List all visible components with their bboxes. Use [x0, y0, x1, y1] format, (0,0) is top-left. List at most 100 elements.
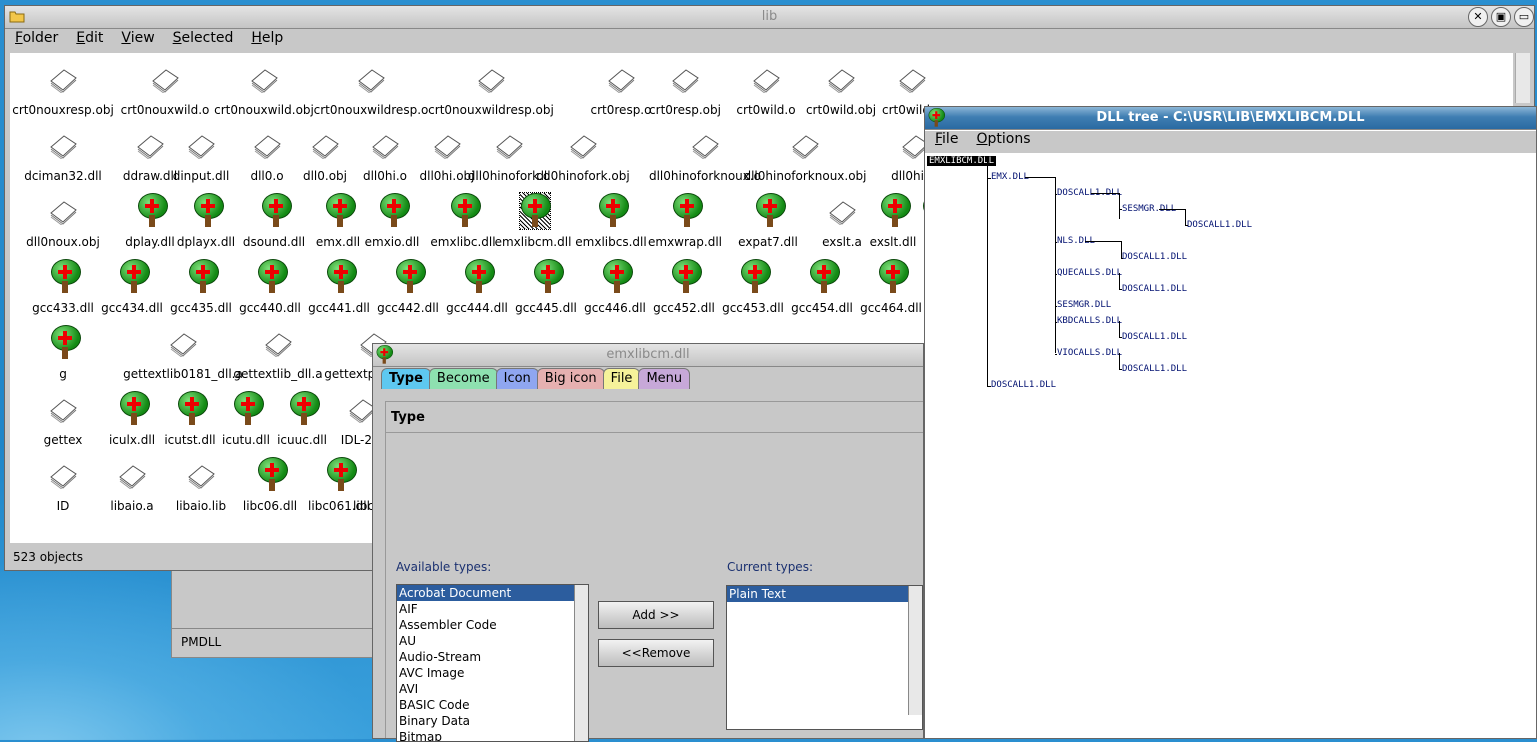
file-icon-item[interactable]: gcc464.dll [846, 257, 936, 323]
dll-tree-root[interactable]: EMXLIBCM.DLL [927, 156, 997, 166]
document-icon [496, 135, 523, 159]
remove-button[interactable]: <<Remove [598, 639, 714, 667]
status-bar: 523 objects [13, 550, 83, 564]
file-icon-item[interactable]: crt0nouxwild.o [120, 59, 210, 125]
tree-connector [1085, 241, 1121, 242]
dll-tree-node[interactable]: VIOCALLS.DLL [1057, 348, 1122, 358]
tree-connector [1119, 337, 1122, 338]
file-icon-item[interactable]: crt0nouxwildresp.o [314, 59, 428, 125]
tab-icon[interactable]: Icon [495, 368, 539, 389]
close-icon[interactable]: ✕ [1468, 7, 1488, 27]
menu-view[interactable]: View [121, 30, 154, 46]
list-item[interactable]: AVC Image [397, 665, 588, 681]
menu-selected[interactable]: Selected [173, 30, 234, 46]
document-icon [358, 69, 385, 93]
pmdll-window[interactable]: PMDLL [171, 570, 376, 658]
dll-tree-icon [395, 259, 426, 295]
properties-window[interactable]: emxlibcm.dll Type Become Icon Big icon File M… [372, 343, 924, 742]
list-item[interactable]: AVI [397, 681, 588, 697]
panel-title: Type [391, 410, 425, 425]
list-item[interactable]: AU [397, 633, 588, 649]
dll-tree-icon [326, 259, 357, 295]
lib-menubar: Folder Edit View Selected Help [5, 30, 1534, 52]
tree-connector [1119, 193, 1120, 219]
list-item[interactable]: Assembler Code [397, 617, 588, 633]
document-icon [254, 135, 281, 159]
file-label: crt0nouxwildresp.obj [428, 103, 554, 117]
document-icon [265, 333, 292, 357]
available-types-label: Available types: [396, 560, 492, 574]
document-icon [753, 69, 780, 93]
current-types-list[interactable]: Plain Text [726, 585, 923, 730]
document-icon [50, 201, 77, 225]
tree-connector [987, 162, 988, 386]
document-icon [672, 69, 699, 93]
dll-tree-node[interactable]: DOSCALL1.DLL [1122, 252, 1187, 262]
tree-connector [1119, 353, 1120, 369]
notebook-tabs: Type Become Icon Big icon File Menu [381, 368, 691, 390]
file-icon-item[interactable]: g [18, 323, 108, 389]
properties-titlebar[interactable]: emxlibcm.dll [373, 344, 923, 367]
dll-tree-icon [257, 457, 288, 493]
dll-tree-titlebar[interactable]: DLL tree - C:\USR\LIB\EMXLIBCM.DLL [925, 107, 1536, 130]
current-scrollbar[interactable] [908, 586, 922, 715]
dll-tree-node[interactable]: DOSCALL1.DLL [1187, 220, 1252, 230]
file-icon-item[interactable]: dll0hinoforknoux.obj [743, 125, 867, 191]
maximize-icon[interactable]: ▣ [1491, 7, 1511, 27]
dll-tree-node[interactable]: DOSCALL1.DLL [1122, 284, 1187, 294]
tab-menu[interactable]: Menu [638, 368, 691, 389]
dll-tree-icon [464, 259, 495, 295]
tree-connector [1121, 258, 1123, 259]
document-icon [188, 465, 215, 489]
list-item[interactable]: Bitmap [397, 729, 588, 741]
dll-tree-icon [602, 259, 633, 295]
dll-tree-view[interactable]: EMXLIBCM.DLL EMX.DLL DOSCALL1.DLL SESMGR.DL… [925, 153, 1536, 738]
dll-tree-node[interactable]: KBDCALLS.DLL [1057, 316, 1122, 326]
menu-help[interactable]: Help [251, 30, 283, 46]
dll-tree-icon [809, 259, 840, 295]
file-icon-item[interactable]: crt0nouxwild.obj [214, 59, 314, 125]
tab-file[interactable]: File [602, 368, 641, 389]
dll-tree-icon [519, 192, 551, 230]
tree-connector [1119, 209, 1122, 210]
lib-title: lib [761, 9, 778, 24]
tree-connector [1055, 194, 1057, 195]
file-icon-item[interactable]: dll0hinoforknoux.o [649, 125, 761, 191]
tab-type[interactable]: Type [381, 368, 431, 389]
document-icon [828, 69, 855, 93]
dll-tree-node[interactable]: DOSCALL1.DLL [1122, 364, 1187, 374]
tree-connector [1091, 193, 1119, 194]
minimize-icon[interactable]: ▭ [1514, 7, 1534, 27]
tab-big-icon[interactable]: Big icon [536, 368, 605, 389]
tab-become[interactable]: Become [428, 368, 498, 389]
file-icon-item[interactable]: dll0hinofork.obj [536, 125, 630, 191]
menu-options[interactable]: Options [976, 131, 1030, 147]
vertical-scrollbar[interactable] [1515, 53, 1530, 103]
list-item[interactable]: AIF [397, 601, 588, 617]
list-item[interactable]: Plain Text [727, 586, 922, 602]
list-item[interactable]: Acrobat Document [397, 585, 588, 601]
dll-tree-window[interactable]: DLL tree - C:\USR\LIB\EMXLIBCM.DLL File O… [924, 106, 1537, 739]
dll-tree-node[interactable]: DOSCALL1.DLL [1122, 332, 1187, 342]
document-icon [50, 135, 77, 159]
file-icon-item[interactable]: crt0nouxresp.obj [12, 59, 114, 125]
list-item[interactable]: Binary Data [397, 713, 588, 729]
pmdll-label: PMDLL [181, 635, 222, 649]
list-item[interactable]: BASIC Code [397, 697, 588, 713]
menu-folder[interactable]: Folder [15, 30, 58, 46]
menu-file[interactable]: File [935, 131, 958, 147]
file-icon-item[interactable]: crt0nouxwildresp.obj [428, 59, 554, 125]
lib-titlebar[interactable]: lib ✕ ▣ ▭ [5, 6, 1534, 29]
tree-connector [1159, 209, 1185, 210]
document-icon [372, 135, 399, 159]
list-item[interactable]: Audio-Stream [397, 649, 588, 665]
available-types-list[interactable]: Acrobat Document AIF Assembler Code AU Audio… [396, 584, 589, 742]
dll-tree-node[interactable]: DOSCALL1.DLL [991, 380, 1056, 390]
menu-edit[interactable]: Edit [76, 30, 103, 46]
dll-tree-node[interactable]: SESMGR.DLL [1057, 300, 1111, 310]
dll-tree-icon [598, 193, 629, 229]
add-button[interactable]: Add >> [598, 601, 714, 629]
available-scrollbar[interactable] [574, 585, 588, 741]
dll-tree-node[interactable]: QUECALLS.DLL [1057, 268, 1122, 278]
dll-tree-node[interactable]: EMX.DLL [991, 172, 1029, 182]
